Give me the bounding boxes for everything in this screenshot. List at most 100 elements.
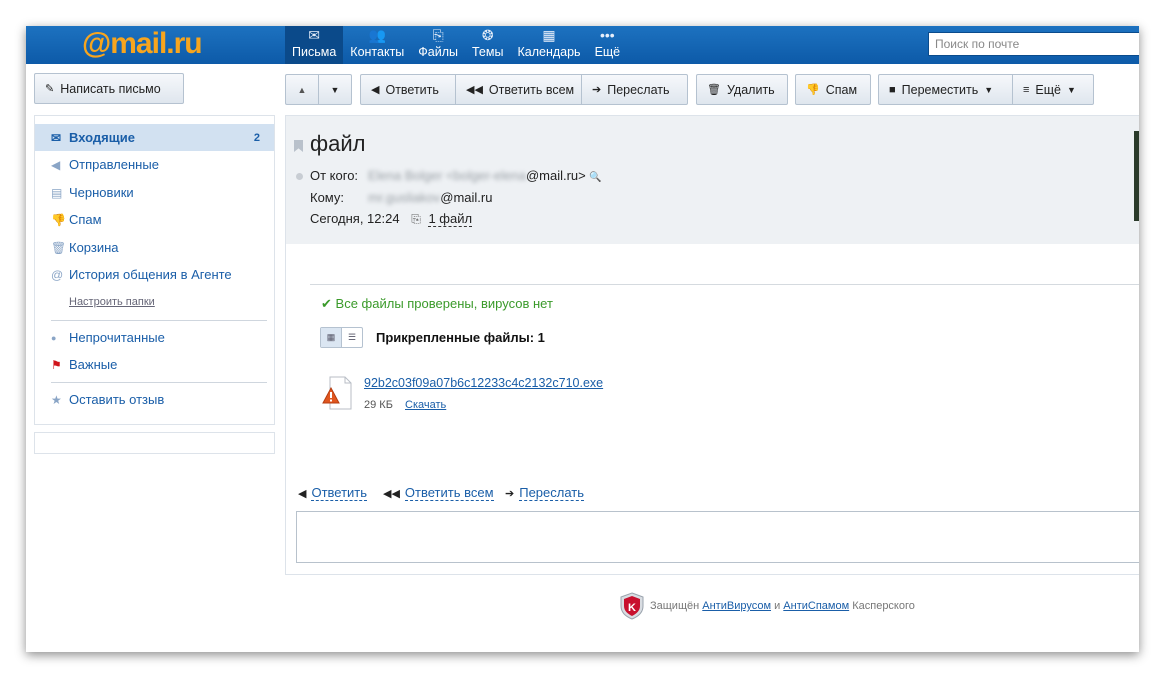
sidebar-item-sent[interactable]: ◀ Отправленные: [35, 151, 274, 178]
reply-button[interactable]: ◀ Ответить: [360, 74, 456, 105]
message-subject: файл: [310, 131, 366, 156]
attachments-link[interactable]: 1 файл: [428, 211, 473, 227]
antivirus-link[interactable]: АнтиВирусом: [702, 600, 771, 612]
read-status-dot-icon[interactable]: [296, 173, 303, 180]
reply-icon: ◀: [371, 84, 380, 96]
list-view-icon[interactable]: ☰: [342, 328, 362, 347]
inbox-icon: ✉: [51, 130, 62, 145]
sidebar-item-drafts[interactable]: ▤ Черновики: [35, 179, 274, 206]
quick-forward-link[interactable]: ➔ Переслать: [505, 485, 585, 501]
reply-all-button[interactable]: ◀◀ Ответить всем: [455, 74, 582, 105]
sender-name: Elena Bolger: [368, 168, 443, 183]
delete-label: Удалить: [726, 82, 775, 97]
message-header: файл От кого: Elena Bolger <bolger-elena…: [286, 116, 1139, 244]
spam-button[interactable]: 👎 Спам: [795, 74, 871, 105]
download-link[interactable]: Скачать: [405, 399, 446, 411]
envelope-icon: ✉: [308, 27, 320, 43]
footer-and: и: [774, 600, 781, 612]
attachment-file-size: 29 КБ: [364, 399, 393, 411]
nav-label: Темы: [472, 45, 504, 59]
folder-sidebar: ✉ Входящие 2 ◀ Отправленные ▤ Черновики …: [34, 115, 275, 425]
spam-icon: 👎: [51, 212, 66, 227]
grid-view-icon[interactable]: ▦: [321, 328, 342, 347]
quick-reply-link[interactable]: ◀ Ответить: [298, 485, 368, 501]
from-value[interactable]: Elena Bolger <bolger-elena@mail.ru> 🔍: [368, 168, 602, 183]
divider: [51, 320, 267, 321]
drafts-icon: ▤: [51, 185, 63, 200]
footer-prefix: Защищён: [650, 600, 700, 612]
sidebar-item-trash[interactable]: 🗑 Корзина: [35, 234, 274, 261]
kaspersky-shield-icon: K: [620, 592, 644, 620]
sidebar-item-label: Спам: [69, 212, 102, 227]
compose-label: Написать письмо: [60, 81, 161, 96]
compose-button[interactable]: ✎ Написать письмо: [34, 73, 184, 104]
nav-label: Календарь: [517, 45, 581, 59]
next-message-button[interactable]: ▼: [318, 74, 352, 105]
folder-icon: ■: [889, 83, 896, 96]
top-nav: ✉ Письма 👥 Контакты ⎘ Файлы ❂ Темы ▦ Кал…: [285, 26, 627, 64]
nav-files[interactable]: ⎘ Файлы: [411, 26, 465, 64]
kaspersky-footer: K Защищён АнтиВирусом и АнтиСпамом Каспе…: [620, 592, 915, 620]
sidebar-item-inbox[interactable]: ✉ Входящие 2: [35, 124, 274, 151]
reply-icon: ◀: [298, 488, 307, 500]
nav-more[interactable]: ••• Ещё: [588, 26, 628, 64]
attachment-file-link[interactable]: 92b2c03f09a07b6c12233c4c2132c710.exe: [364, 376, 603, 390]
contacts-icon: 👥: [368, 27, 386, 43]
prev-message-button[interactable]: ▲: [285, 74, 318, 105]
quick-reply-textarea[interactable]: [296, 511, 1139, 563]
reply-label: Ответить: [385, 82, 439, 97]
forward-icon: ➔: [505, 488, 515, 500]
more-button[interactable]: ≡ Ещё ▼: [1012, 74, 1094, 105]
nav-calendar[interactable]: ▦ Календарь: [510, 26, 587, 64]
sidebar-item-label: Отправленные: [69, 157, 159, 172]
important-flag-icon: ⚑: [51, 357, 62, 372]
forward-button[interactable]: ➔ Переслать: [581, 74, 688, 105]
sidebar-item-agent-history[interactable]: @ История общения в Агенте: [35, 261, 274, 288]
divider: [310, 284, 1139, 285]
agent-icon: @: [51, 267, 64, 282]
magnifier-icon[interactable]: 🔍: [589, 172, 601, 183]
nav-themes[interactable]: ❂ Темы: [465, 26, 510, 64]
sidebar-item-label: Важные: [69, 357, 118, 372]
sender-address-hidden: <bolger-elena: [446, 168, 526, 183]
spam-label: Спам: [825, 82, 858, 97]
nav-mail[interactable]: ✉ Письма: [285, 26, 344, 64]
configure-folders-link[interactable]: Настроить папки: [69, 296, 155, 308]
reply-all-icon: ◀◀: [466, 84, 483, 96]
more-dots-icon: •••: [599, 27, 615, 43]
nav-label: Файлы: [418, 45, 458, 59]
mailru-logo[interactable]: @mail.ru: [82, 27, 203, 61]
move-button[interactable]: ■ Переместить ▼: [878, 74, 1013, 105]
antispam-link[interactable]: АнтиСпамом: [783, 600, 849, 612]
quick-forward-label: Переслать: [519, 485, 585, 501]
sidebar-item-important[interactable]: ⚑ Важные: [35, 351, 274, 378]
more-label: Ещё: [1035, 82, 1061, 97]
flag-icon[interactable]: [294, 140, 303, 152]
search-input[interactable]: Поиск по почте: [928, 32, 1139, 56]
sidebar-item-label: Входящие: [69, 130, 135, 145]
sidebar-item-label: История общения в Агенте: [69, 267, 232, 282]
recipient-hidden: mr.gusliakov: [368, 190, 441, 205]
sidebar-item-unread[interactable]: ● Непрочитанные: [35, 324, 274, 351]
sidebar-item-spam[interactable]: 👎 Спам: [35, 206, 274, 233]
sidebar-item-feedback[interactable]: ★ Оставить отзыв: [35, 386, 274, 413]
message-date-row: Сегодня, 12:24 ⎘ 1 файл: [310, 211, 473, 227]
quick-reply-label: Ответить: [311, 485, 368, 501]
sidebar-item-label: Корзина: [69, 240, 119, 255]
quick-reply-all-link[interactable]: ◀◀ Ответить всем: [383, 485, 494, 501]
pencil-icon: ✎: [45, 83, 55, 95]
to-value: mr.gusliakov@mail.ru: [368, 190, 492, 205]
delete-button[interactable]: 🗑 Удалить: [696, 74, 788, 105]
attachments-title: Прикрепленные файлы: 1: [376, 330, 545, 345]
sender-address-domain: @mail.ru>: [525, 168, 586, 183]
forward-label: Переслать: [607, 82, 670, 97]
recipient-domain: @mail.ru: [440, 190, 493, 205]
caret-down-icon: ▼: [984, 84, 994, 95]
arrow-up-icon: ▲: [297, 84, 307, 95]
nav-contacts[interactable]: 👥 Контакты: [343, 26, 411, 64]
browser-frame: @mail.ru ✉ Письма 👥 Контакты ⎘ Файлы ❂ Т…: [26, 26, 1139, 652]
trash-icon: 🗑: [707, 84, 721, 96]
footer-suffix: Касперского: [852, 600, 915, 612]
sidebar-secondary-panel: [34, 432, 275, 454]
calendar-icon: ▦: [542, 27, 556, 43]
